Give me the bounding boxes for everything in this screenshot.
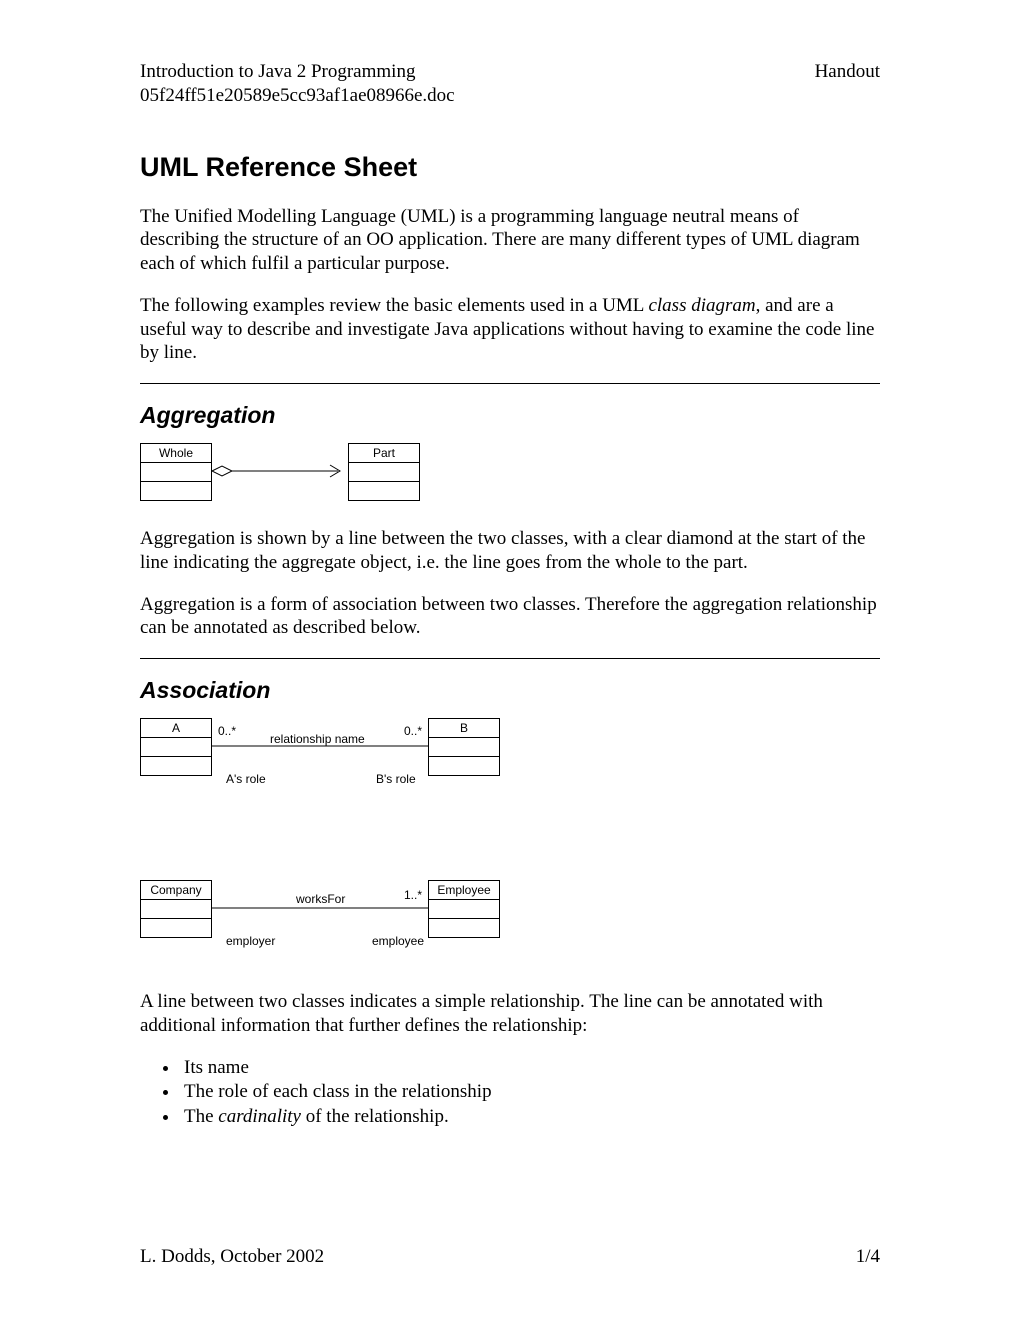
divider (140, 383, 880, 384)
uml-class-whole: Whole (140, 443, 212, 501)
uml-class-b-name: B (429, 719, 499, 738)
b3-b: of the relationship. (301, 1106, 449, 1127)
aggregation-connector (212, 463, 348, 483)
b3-a: The (184, 1106, 218, 1127)
uml-class-a-name: A (141, 719, 211, 738)
uml-class-whole-name: Whole (141, 444, 211, 463)
uml-class-b: B (428, 718, 500, 776)
header-filename: 05f24ff51e20589e5cc93af1ae08966e.doc (140, 85, 455, 106)
association-diagram-company: Company Employee worksFor 1..* employer … (140, 880, 500, 964)
role-employee-label: employee (372, 934, 424, 948)
page-footer: L. Dodds, October 2002 1/4 (140, 1246, 880, 1268)
intro-paragraph-2: The following examples review the basic … (140, 294, 880, 365)
intro-p2-em: class diagram (648, 295, 755, 316)
role-employer-label: employer (226, 934, 275, 948)
mult-b: 0..* (404, 724, 422, 738)
association-p1: A line between two classes indicates a s… (140, 990, 880, 1038)
role-a-label: A's role (226, 772, 266, 786)
mult-a: 0..* (218, 724, 236, 738)
worksfor-label: worksFor (296, 892, 345, 906)
relationship-name-label: relationship name (270, 732, 365, 746)
uml-class-company: Company (140, 880, 212, 938)
association-bullets: Its name The role of each class in the r… (180, 1056, 880, 1130)
association-diagram-generic: A B 0..* 0..* relationship name A's role… (140, 718, 500, 802)
uml-class-company-name: Company (141, 881, 211, 900)
b3-em: cardinality (218, 1106, 301, 1127)
bullet-role: The role of each class in the relationsh… (180, 1080, 880, 1105)
page-header: Introduction to Java 2 Programming 05f24… (140, 60, 880, 108)
aggregation-p2: Aggregation is a form of association bet… (140, 593, 880, 641)
uml-class-part-name: Part (349, 444, 419, 463)
aggregation-heading: Aggregation (140, 402, 880, 429)
aggregation-p1: Aggregation is shown by a line between t… (140, 527, 880, 575)
page-title: UML Reference Sheet (140, 152, 880, 183)
uml-class-employee-name: Employee (429, 881, 499, 900)
intro-p2-a: The following examples review the basic … (140, 295, 648, 316)
footer-page-number: 1/4 (856, 1246, 880, 1268)
header-course: Introduction to Java 2 Programming (140, 61, 415, 82)
role-b-label: B's role (376, 772, 416, 786)
footer-author: L. Dodds, October 2002 (140, 1246, 324, 1268)
aggregation-diagram: Whole Part (140, 443, 420, 515)
mult-employee: 1..* (404, 888, 422, 902)
uml-class-a: A (140, 718, 212, 776)
uml-class-employee: Employee (428, 880, 500, 938)
intro-paragraph-1: The Unified Modelling Language (UML) is … (140, 205, 880, 276)
divider (140, 658, 880, 659)
bullet-name: Its name (180, 1056, 880, 1081)
bullet-cardinality: The cardinality of the relationship. (180, 1105, 880, 1130)
header-handout: Handout (815, 61, 880, 82)
uml-class-part: Part (348, 443, 420, 501)
association-heading: Association (140, 677, 880, 704)
